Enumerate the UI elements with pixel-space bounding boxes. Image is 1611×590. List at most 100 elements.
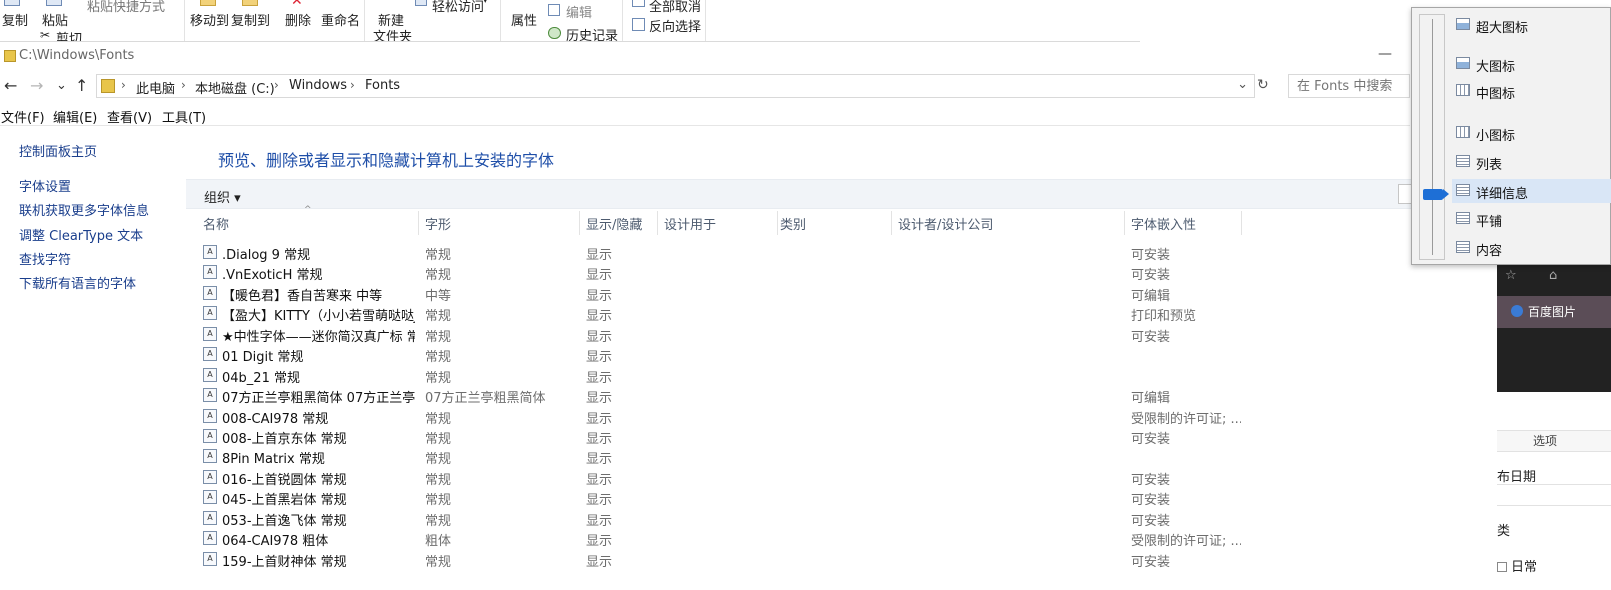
view-option-small-icons[interactable]: 小图标 [1452,121,1611,145]
options-tab[interactable]: 选项 [1497,430,1611,452]
column-header-name[interactable]: 名称 [203,214,229,233]
daily-checkbox[interactable]: 日常 [1497,556,1537,575]
font-name: 8Pin Matrix 常规 [222,452,325,467]
font-file-icon: A [203,388,217,402]
font-row[interactable]: A 【盈大】KITTY（小小若雪萌哒哒Ji... 常规 显示 打印和预览 [186,303,1497,324]
get-font-info-online-link[interactable]: 联机获取更多字体信息 [19,200,149,219]
copy-button[interactable]: 复制 [2,10,28,29]
column-header-designer[interactable]: 设计者/设计公司 [898,214,993,233]
view-option-extra-large-icons[interactable]: 超大图标 [1452,13,1611,37]
breadcrumb-separator[interactable]: › [274,78,279,92]
paste-button[interactable]: 粘贴 [42,10,68,29]
view-option-content[interactable]: 内容 [1452,236,1611,260]
font-row[interactable]: A 159-上首财神体 常规 常规 显示 可安装 [186,549,1497,570]
font-visibility: 显示 [586,534,613,549]
recent-locations-button[interactable]: ⌄ [56,76,67,96]
column-divider[interactable] [579,211,580,235]
back-button[interactable]: ← [4,76,17,96]
easy-access-button[interactable]: 轻松访问 [432,0,484,15]
column-divider[interactable] [1124,211,1125,235]
navigation-bar: ← → ⌄ ↑ › 此电脑 › 本地磁盘 (C:) › Windows › Fo… [0,72,1410,100]
fonts-folder-icon [101,79,115,93]
font-row[interactable]: A 01 Digit 常规 常规 显示 [186,344,1497,365]
breadcrumb-separator[interactable]: › [350,78,355,92]
menu-edit[interactable]: 编辑(E) [53,107,97,126]
font-row[interactable]: A 064-CAI978 粗体 粗体 显示 受限制的许可证; ... [186,528,1497,549]
refresh-button[interactable]: ↻ [1257,77,1269,93]
view-option-tiles[interactable]: 平铺 [1452,207,1611,231]
column-header-designed-for[interactable]: 设计用于 [664,214,716,233]
slider-thumb[interactable] [1423,189,1449,200]
change-view-button[interactable] [1398,184,1412,204]
font-row[interactable]: A 053-上首逸飞体 常规 常规 显示 可安装 [186,508,1497,529]
checkbox-box [1497,562,1507,572]
copy-to-button[interactable]: 复制到 [231,10,270,29]
font-row[interactable]: A .Dialog 9 常规 常规 显示 可安装 [186,242,1497,263]
baidu-image-bar[interactable]: 百度图片 [1497,296,1611,328]
font-row[interactable]: A 8Pin Matrix 常规 常规 显示 [186,446,1497,467]
menu-file[interactable]: 文件(F) [1,107,45,126]
breadcrumb-fonts[interactable]: Fonts [365,78,400,93]
search-input[interactable] [1288,74,1410,98]
breadcrumb-this-pc[interactable]: 此电脑 [136,78,175,97]
font-style: 常规 [425,268,452,283]
view-option-list[interactable]: 列表 [1452,150,1611,174]
edit-button[interactable]: 编辑 [566,2,592,21]
find-character-link[interactable]: 查找字符 [19,249,71,268]
cleartype-link[interactable]: 调整 ClearType 文本 [19,225,143,244]
font-row[interactable]: A .VnExoticH 常规 常规 显示 可安装 [186,262,1497,283]
organize-button[interactable]: 组织 ▾ [204,187,241,206]
view-option-large-icons[interactable]: 大图标 [1452,52,1611,76]
menu-tools[interactable]: 工具(T) [162,107,206,126]
download-all-fonts-link[interactable]: 下载所有语言的字体 [19,273,136,292]
control-panel-home-link[interactable]: 控制面板主页 [19,141,97,160]
column-divider[interactable] [891,211,892,235]
font-row[interactable]: A 008-上首京东体 常规 常规 显示 可安装 [186,426,1497,447]
address-dropdown-icon[interactable]: ⌄ [1237,77,1248,92]
font-name: 159-上首财神体 常规 [222,555,347,570]
column-header-embeddability[interactable]: 字体嵌入性 [1131,214,1196,233]
breadcrumb-separator[interactable]: › [121,78,126,92]
font-row[interactable]: A 045-上首黑岩体 常规 常规 显示 可安装 [186,487,1497,508]
column-divider[interactable] [1241,211,1242,235]
properties-button[interactable]: 属性 [511,10,537,29]
rename-button[interactable]: 重命名 [321,10,360,29]
column-header-show-hide[interactable]: 显示/隐藏 [586,214,642,233]
category-label: 类 [1497,524,1511,539]
date-field[interactable] [1497,484,1611,506]
ribbon-divider [500,0,501,41]
column-divider[interactable] [418,211,419,235]
paste-shortcut-button[interactable]: 粘贴快捷方式 [87,0,165,15]
move-to-button[interactable]: 移动到 [190,10,229,29]
column-header-category[interactable]: 类别 [780,214,806,233]
new-folder-button-line2[interactable]: 文件夹 [373,26,412,41]
font-row[interactable]: A 008-CAI978 常规 常规 显示 受限制的许可证; ... [186,406,1497,427]
breadcrumb-windows[interactable]: Windows [289,78,347,93]
font-row[interactable]: A 07方正兰亭粗黑简体 07方正兰亭... 07方正兰亭粗黑简体 显示 可编辑 [186,385,1497,406]
font-file-icon: A [203,306,217,320]
breadcrumb-separator[interactable]: › [181,78,186,92]
font-row[interactable]: A 【暖色君】香自苦寒来 中等 中等 显示 可编辑 [186,283,1497,304]
font-row[interactable]: A ★中性字体——迷你简汉真广标 常... 常规 显示 可安装 [186,324,1497,345]
font-row[interactable]: A 016-上首锐圆体 常规 常规 显示 可安装 [186,467,1497,488]
cut-button[interactable]: 剪切 [56,28,82,41]
column-header-style[interactable]: 字形 [425,214,451,233]
font-settings-link[interactable]: 字体设置 [19,176,71,195]
invert-selection-button[interactable]: 反向选择 [649,16,701,35]
menu-view[interactable]: 查看(V) [107,107,152,126]
forward-button[interactable]: → [30,76,43,96]
view-option-label: 中图标 [1476,87,1516,102]
breadcrumb-local-disk[interactable]: 本地磁盘 (C:) [195,78,275,97]
column-divider[interactable] [657,211,658,235]
view-option-medium-icons[interactable]: 中图标 [1452,79,1611,103]
column-divider[interactable] [777,211,778,235]
minimize-button[interactable]: — [1378,46,1392,62]
font-row[interactable]: A 04b_21 常规 常规 显示 [186,365,1497,386]
history-button[interactable]: 历史记录 [566,25,618,41]
icon-size-slider[interactable] [1419,14,1449,260]
address-bar[interactable]: › 此电脑 › 本地磁盘 (C:) › Windows › Fonts ⌄ [96,74,1255,98]
select-none-button[interactable]: 全部取消 [649,0,701,15]
up-button[interactable]: ↑ [75,76,88,96]
view-option-details[interactable]: 详细信息 [1452,179,1611,203]
delete-button[interactable]: 删除 [285,10,311,29]
